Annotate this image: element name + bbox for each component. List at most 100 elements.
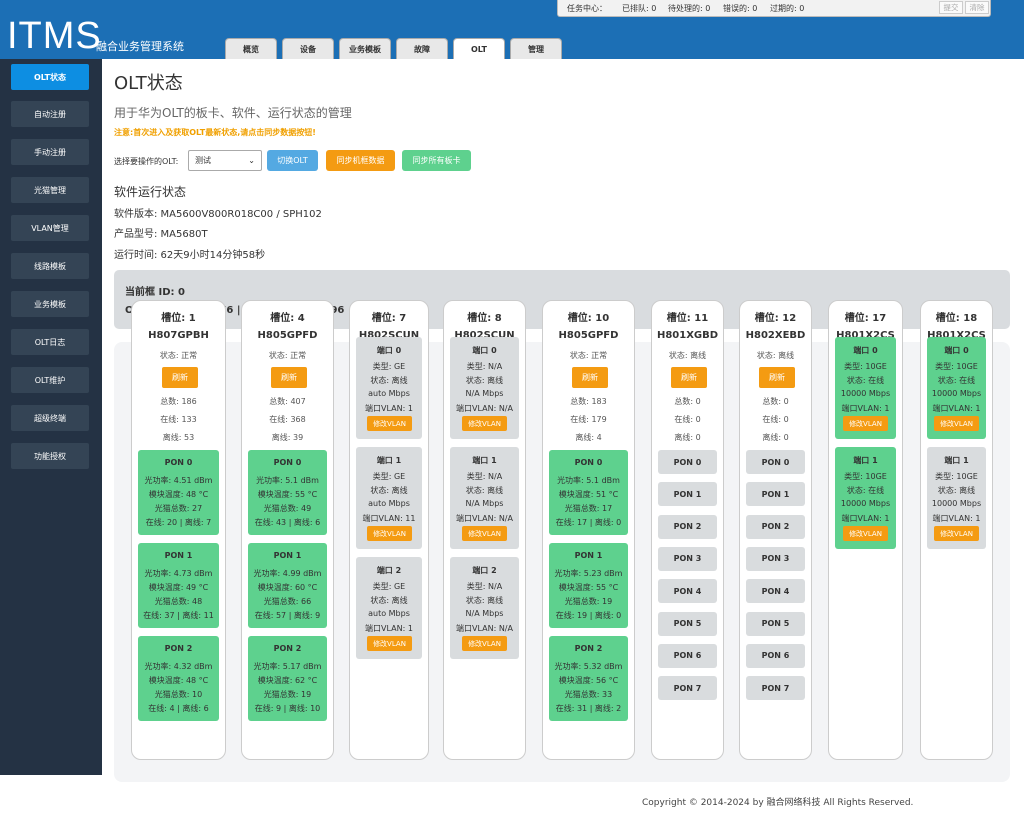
port-speed: N/A Mbps — [465, 499, 504, 508]
port-state: 状态: 离线 — [465, 596, 504, 605]
port-type: 类型: GE — [372, 362, 406, 371]
port-name: 端口 0 — [944, 346, 969, 355]
pon-box: PON 2 光功率: 4.32 dBm 模块温度: 48 °C 光猫总数: 10 在线:… — [138, 636, 219, 721]
port-box: 端口 0 类型: 10GE 状态: 在线 10000 Mbps 端口VLAN: 1 修改V… — [927, 337, 986, 439]
pon-box: PON 6 — [746, 643, 805, 668]
board-model: H802XEBD — [745, 330, 806, 341]
port-name: 端口 1 — [944, 456, 969, 465]
port-box: 端口 1 类型: GE 状态: 离线 auto Mbps 端口VLAN: 11 修改VLA… — [356, 447, 422, 549]
port-type: 类型: N/A — [466, 362, 503, 371]
offline-count: 离线: 53 — [162, 433, 195, 442]
port-state: 状态: 离线 — [370, 486, 408, 495]
online-offline: 在线: 17 | 离线: 0 — [555, 518, 622, 527]
modify-vlan-button[interactable]: 修改VLAN — [934, 526, 979, 541]
slot-card: 槽位: 1 H807GPBH 状态: 正常 刷新 总数: 186 在线: 133 离线: 5… — [131, 300, 226, 760]
port-vlan: 端口VLAN: N/A — [456, 404, 513, 413]
port-name: 端口 1 — [376, 456, 402, 465]
modify-vlan-button[interactable]: 修改VLAN — [462, 636, 507, 651]
refresh-button[interactable]: 刷新 — [271, 367, 307, 388]
total-count: 总数: 183 — [570, 397, 607, 406]
board-status: 状态: 离线 — [668, 351, 707, 360]
optical-power: 光功率: 5.1 dBm — [557, 476, 620, 485]
port-name: 端口 0 — [376, 346, 402, 355]
modify-vlan-button[interactable]: 修改VLAN — [934, 416, 979, 431]
pon-box: PON 2 光功率: 5.32 dBm 模块温度: 56 °C 光猫总数: 33 在线:… — [549, 636, 628, 721]
pon-box: PON 5 — [658, 611, 717, 636]
port-state: 状态: 在线 — [937, 376, 976, 385]
board-model: H807GPBH — [148, 330, 209, 341]
port-speed: N/A Mbps — [465, 609, 504, 618]
port-type: 类型: GE — [372, 472, 406, 481]
board-status: 状态: 正常 — [268, 351, 307, 360]
module-temp: 模块温度: 49 °C — [148, 583, 209, 592]
port-box: 端口 1 类型: 10GE 状态: 在线 10000 Mbps 端口VLAN: 1 修改V… — [835, 447, 896, 549]
slot-number: 槽位: 12 — [754, 313, 797, 324]
modify-vlan-button[interactable]: 修改VLAN — [367, 636, 412, 651]
pon-name: PON 0 — [574, 458, 603, 467]
pon-name: PON 2 — [164, 644, 193, 653]
port-vlan: 端口VLAN: 1 — [932, 404, 981, 413]
slot-number: 槽位: 1 — [161, 313, 196, 324]
port-name: 端口 1 — [853, 456, 878, 465]
offline-count: 离线: 0 — [762, 433, 789, 442]
optical-power: 光功率: 4.99 dBm — [253, 569, 322, 578]
optical-power: 光功率: 4.73 dBm — [144, 569, 213, 578]
online-count: 在线: 179 — [570, 415, 607, 424]
modify-vlan-button[interactable]: 修改VLAN — [843, 526, 888, 541]
optical-power: 光功率: 5.17 dBm — [253, 662, 322, 671]
onu-total: 光猫总数: 19 — [263, 690, 312, 699]
pon-name: PON 0 — [164, 458, 193, 467]
refresh-button[interactable]: 刷新 — [759, 367, 795, 388]
port-box: 端口 2 类型: N/A 状态: 离线 N/A Mbps 端口VLAN: N/A 修改VL… — [450, 557, 519, 659]
onu-total: 光猫总数: 33 — [564, 690, 613, 699]
port-type: 类型: 10GE — [935, 472, 978, 481]
optical-power: 光功率: 4.51 dBm — [144, 476, 213, 485]
port-box: 端口 0 类型: N/A 状态: 离线 N/A Mbps 端口VLAN: N/A 修改VL… — [450, 337, 519, 439]
total-count: 总数: 0 — [762, 397, 789, 406]
onu-total: 光猫总数: 17 — [564, 504, 613, 513]
module-temp: 模块温度: 55 °C — [558, 583, 619, 592]
pon-name: PON 0 — [273, 458, 302, 467]
port-state: 状态: 在线 — [846, 486, 885, 495]
module-temp: 模块温度: 56 °C — [558, 676, 619, 685]
slot-card: 槽位: 8H802SCUN状态: 备用_正常刷新端口 0类型: N/A状态: 离… — [443, 300, 526, 760]
modify-vlan-button[interactable]: 修改VLAN — [843, 416, 888, 431]
online-offline: 在线: 20 | 离线: 7 — [145, 518, 212, 527]
refresh-button[interactable]: 刷新 — [162, 367, 198, 388]
pon-box: PON 1 光功率: 4.73 dBm 模块温度: 49 °C 光猫总数: 48 在线:… — [138, 543, 219, 628]
port-type: 类型: 10GE — [844, 472, 887, 481]
online-offline: 在线: 43 | 离线: 6 — [254, 518, 321, 527]
port-vlan: 端口VLAN: 1 — [365, 624, 413, 633]
port-speed: N/A Mbps — [465, 389, 504, 398]
port-type: 类型: 10GE — [935, 362, 978, 371]
pon-box: PON 6 — [658, 643, 717, 668]
pon-box: PON 0 光功率: 4.51 dBm 模块温度: 48 °C 光猫总数: 27 在线:… — [138, 450, 219, 535]
pon-name: PON 1 — [273, 551, 302, 560]
board-model: H801XGBD — [656, 330, 719, 341]
slot-card: 槽位: 17H801X2CS状态: 正常刷新端口 0类型: 10GE状态: 在线… — [828, 300, 903, 760]
onu-total: 光猫总数: 27 — [154, 504, 203, 513]
pon-box: PON 1 — [746, 482, 805, 507]
pon-box: PON 4 — [746, 579, 805, 604]
pon-box: PON 2 — [746, 514, 805, 539]
onu-total: 光猫总数: 10 — [154, 690, 203, 699]
modify-vlan-button[interactable]: 修改VLAN — [367, 416, 412, 431]
port-state: 状态: 离线 — [465, 376, 504, 385]
pon-name: PON 2 — [273, 644, 302, 653]
refresh-button[interactable]: 刷新 — [572, 367, 608, 388]
pon-box: PON 3 — [658, 546, 717, 571]
slot-cards: 槽位: 1 H807GPBH 状态: 正常 刷新 总数: 186 在线: 133 离线: 5… — [0, 0, 1024, 782]
slot-card: 槽位: 10 H805GPFD 状态: 正常 刷新 总数: 183 在线: 179 离线: … — [542, 300, 635, 760]
port-name: 端口 1 — [472, 456, 497, 465]
online-offline: 在线: 4 | 离线: 6 — [148, 704, 209, 713]
modify-vlan-button[interactable]: 修改VLAN — [367, 526, 412, 541]
refresh-button[interactable]: 刷新 — [671, 367, 707, 388]
modify-vlan-button[interactable]: 修改VLAN — [462, 416, 507, 431]
port-speed: 10000 Mbps — [840, 389, 891, 398]
slot-card: 槽位: 12 H802XEBD 状态: 离线 刷新 总数: 0 在线: 0 离线: 0 PON… — [739, 300, 812, 760]
module-temp: 模块温度: 62 °C — [257, 676, 318, 685]
modify-vlan-button[interactable]: 修改VLAN — [462, 526, 507, 541]
port-type: 类型: GE — [372, 582, 406, 591]
port-vlan: 端口VLAN: N/A — [456, 514, 513, 523]
port-vlan: 端口VLAN: 11 — [362, 514, 416, 523]
